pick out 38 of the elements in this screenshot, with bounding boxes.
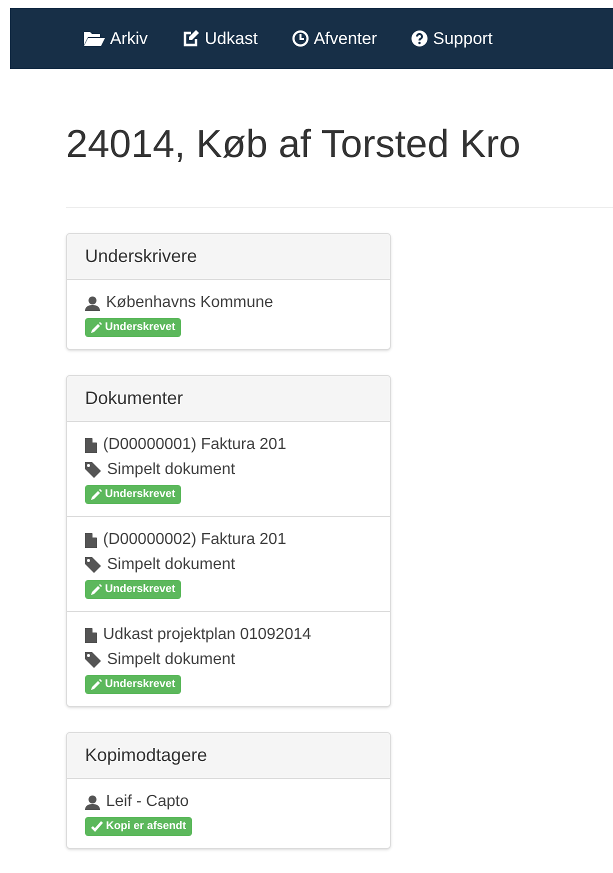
pencil-icon [91, 679, 102, 690]
document-icon [85, 438, 97, 452]
item-name: Udkast projektplan 01092014 [103, 625, 312, 645]
document-type: Simpelt dokument [107, 460, 236, 480]
tag-icon [85, 557, 101, 573]
clock-icon [292, 30, 309, 47]
item-name: Leif - Capto [106, 792, 189, 812]
status-badge: Underskrevet [85, 675, 182, 694]
item-name: (D00000002) Faktura 201 [103, 530, 286, 550]
status-badge: Kopi er afsendt [85, 817, 192, 836]
tag-icon [85, 462, 101, 478]
panel-heading: Kopimodtagere [67, 733, 390, 779]
help-icon [411, 30, 428, 47]
item-name: (D00000001) Faktura 201 [103, 435, 286, 455]
panel-heading: Underskrivere [67, 234, 390, 280]
nav-link[interactable]: Udkast [182, 26, 258, 52]
person-icon [85, 794, 100, 810]
document-type: Simpelt dokument [107, 555, 236, 575]
folder-icon [83, 30, 105, 46]
document-type: Simpelt dokument [107, 650, 236, 670]
status-badge: Underskrevet [85, 580, 182, 599]
nav-link[interactable]: Arkiv [83, 26, 148, 52]
check-icon [91, 821, 103, 832]
status-badge: Underskrevet [85, 318, 182, 337]
person-icon [85, 296, 100, 310]
document-icon [85, 628, 97, 642]
nav-link[interactable]: Support [411, 26, 493, 52]
nav-link[interactable]: Afventer [292, 26, 378, 52]
pencil-icon [91, 322, 102, 333]
panel-heading: Dokumenter [67, 376, 390, 422]
document-icon [85, 532, 97, 548]
page-title: 24014, Køb af Torsted Kro [66, 122, 522, 168]
pencil-icon [91, 584, 102, 595]
status-badge: Underskrevet [85, 485, 182, 504]
tag-icon [85, 652, 101, 668]
item-name: Københavns Kommune [106, 293, 274, 313]
edit-icon [182, 30, 200, 47]
pencil-icon [91, 489, 102, 500]
